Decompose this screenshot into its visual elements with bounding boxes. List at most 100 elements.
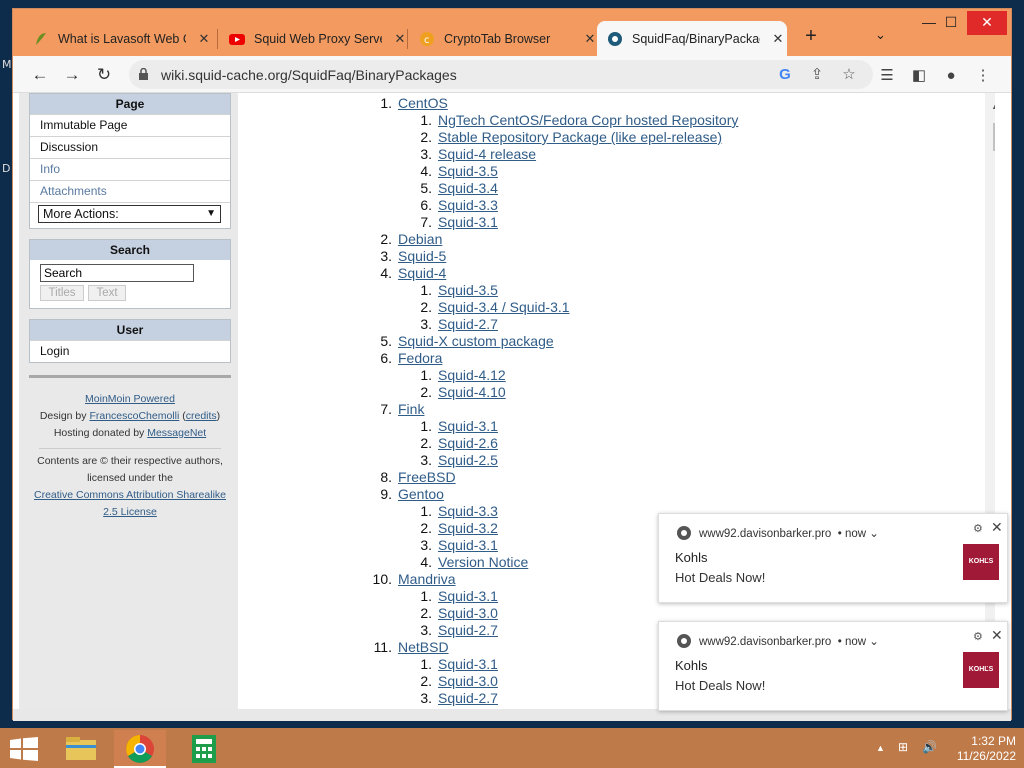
license-link[interactable]: Creative Commons Attribution Sharealike bbox=[34, 489, 226, 501]
package-link[interactable]: Squid-3.1 bbox=[438, 588, 498, 604]
list-item: 2. Debian bbox=[366, 231, 442, 248]
package-link[interactable]: Squid-2.7 bbox=[438, 316, 498, 332]
package-link[interactable]: Squid-3.3 bbox=[438, 197, 498, 213]
messagenet-link[interactable]: MessageNet bbox=[147, 427, 206, 439]
close-icon[interactable]: ✕ bbox=[991, 627, 1003, 644]
package-link[interactable]: NgTech CentOS/Fedora Copr hosted Reposit… bbox=[438, 112, 738, 128]
tray-up-icon[interactable]: ▲ bbox=[876, 743, 885, 753]
package-link[interactable]: Squid-3.1 bbox=[438, 656, 498, 672]
package-link[interactable]: Squid-3.0 bbox=[438, 673, 498, 689]
reading-list-icon[interactable]: ☰ bbox=[877, 66, 897, 86]
package-link[interactable]: Squid-3.1 bbox=[438, 537, 498, 553]
reload-button[interactable]: ↻ bbox=[91, 62, 117, 88]
close-icon[interactable]: ✕ bbox=[770, 31, 786, 47]
credits-close: ) bbox=[216, 410, 221, 422]
url-text[interactable]: wiki.squid-cache.org/SquidFaq/BinaryPack… bbox=[161, 67, 457, 83]
close-icon[interactable]: ✕ bbox=[582, 31, 598, 47]
tab-squid-youtube[interactable]: Squid Web Proxy Server ✕ bbox=[219, 21, 409, 56]
info-link[interactable]: Info bbox=[30, 158, 230, 180]
package-link[interactable]: Squid-X custom package bbox=[398, 333, 554, 349]
back-button[interactable]: ← bbox=[27, 62, 53, 88]
designer-link[interactable]: FrancescoChemolli bbox=[89, 410, 179, 422]
sub-list-item: 2. Squid-4.10 bbox=[406, 384, 506, 401]
notification-card[interactable]: www92.davisonbarker.pro • now ⌄ Kohls Ho… bbox=[658, 621, 1008, 711]
calculator-icon[interactable] bbox=[178, 730, 230, 768]
tab-search-button[interactable]: ⌄ bbox=[875, 27, 886, 43]
login-link[interactable]: Login bbox=[30, 340, 230, 362]
package-link[interactable]: Squid-3.0 bbox=[438, 605, 498, 621]
list-number: 2. bbox=[420, 673, 432, 689]
text-button[interactable]: Text bbox=[88, 285, 126, 301]
package-link[interactable]: NetBSD bbox=[398, 639, 449, 655]
side-panel-icon[interactable]: ◧ bbox=[909, 66, 929, 86]
search-input[interactable]: Search bbox=[40, 264, 194, 282]
moinmoin-link[interactable]: MoinMoin Powered bbox=[85, 393, 175, 405]
tab-lavasoft[interactable]: What is Lavasoft Web Co ✕ bbox=[23, 21, 213, 56]
package-link[interactable]: Squid-3.5 bbox=[438, 282, 498, 298]
package-link[interactable]: Squid-3.5 bbox=[438, 163, 498, 179]
cryptotab-icon: c bbox=[420, 31, 434, 46]
tab-separator bbox=[407, 29, 408, 49]
notification-card[interactable]: www92.davisonbarker.pro • now ⌄ Kohls Ho… bbox=[658, 513, 1008, 603]
package-link[interactable]: Squid-3.4 / Squid-3.1 bbox=[438, 299, 570, 315]
menu-icon[interactable]: ⋮ bbox=[973, 66, 993, 86]
network-icon[interactable]: ⊞ bbox=[898, 740, 908, 754]
profile-icon[interactable]: ● bbox=[941, 66, 961, 86]
package-link[interactable]: Squid-4.10 bbox=[438, 384, 506, 400]
license-link-2[interactable]: 2.5 License bbox=[103, 506, 157, 518]
package-link[interactable]: Squid-4 release bbox=[438, 146, 536, 162]
close-icon[interactable]: ✕ bbox=[392, 31, 408, 47]
package-link[interactable]: FreeBSD bbox=[398, 469, 456, 485]
panel-header: Search bbox=[30, 240, 230, 260]
package-link[interactable]: Squid-3.1 bbox=[438, 214, 498, 230]
credits-link[interactable]: credits bbox=[186, 410, 217, 422]
attachments-link[interactable]: Attachments bbox=[30, 180, 230, 202]
gear-icon[interactable]: ⚙ bbox=[973, 630, 983, 643]
address-bar[interactable]: wiki.squid-cache.org/SquidFaq/BinaryPack… bbox=[129, 60, 873, 89]
package-link[interactable]: Stable Repository Package (like epel-rel… bbox=[438, 129, 722, 145]
package-link[interactable]: Gentoo bbox=[398, 486, 444, 502]
package-link[interactable]: Debian bbox=[398, 231, 442, 247]
close-icon[interactable]: ✕ bbox=[991, 519, 1003, 536]
package-link[interactable]: Fink bbox=[398, 401, 424, 417]
package-link[interactable]: Squid-2.7 bbox=[438, 622, 498, 638]
package-link[interactable]: Squid-4.12 bbox=[438, 367, 506, 383]
chrome-taskbar-icon[interactable] bbox=[114, 730, 166, 768]
package-link[interactable]: Squid-5 bbox=[398, 248, 446, 264]
system-clock[interactable]: 1:32 PM 11/26/2022 bbox=[944, 734, 1016, 764]
hosting-prefix: Hosting donated by bbox=[53, 427, 148, 439]
more-actions-select[interactable]: More Actions: ▼ bbox=[38, 205, 221, 223]
package-link[interactable]: Squid-3.4 bbox=[438, 180, 498, 196]
package-link[interactable]: Squid-4 bbox=[398, 265, 446, 281]
package-link[interactable]: Fedora bbox=[398, 350, 442, 366]
package-link[interactable]: Squid-2.5 bbox=[438, 452, 498, 468]
package-link[interactable]: CentOS bbox=[398, 95, 448, 111]
package-list: 1. CentOS 1. NgTech CentOS/Fedora Copr host… bbox=[239, 93, 985, 709]
bookmark-star-icon[interactable]: ☆ bbox=[839, 65, 859, 85]
package-link[interactable]: Squid-3.2 bbox=[438, 520, 498, 536]
close-icon[interactable]: ✕ bbox=[196, 31, 212, 47]
gear-icon[interactable]: ⚙ bbox=[973, 522, 983, 535]
package-link[interactable]: Squid-2.7 bbox=[438, 690, 498, 706]
share-icon[interactable]: ⇪ bbox=[807, 65, 827, 85]
volume-icon[interactable]: 🔊 bbox=[922, 740, 937, 754]
package-link[interactable]: Squid-2.6 bbox=[438, 435, 498, 451]
scrollbar-track[interactable] bbox=[985, 93, 995, 709]
package-link[interactable]: Squid-3.1 bbox=[438, 418, 498, 434]
windows-start-icon[interactable] bbox=[10, 737, 38, 761]
discussion-link[interactable]: Discussion bbox=[30, 136, 230, 158]
forward-button[interactable]: → bbox=[59, 62, 85, 88]
tab-squidfaq[interactable]: SquidFaq/BinaryPackag ✕ bbox=[597, 21, 787, 56]
titles-button[interactable]: Titles bbox=[40, 285, 84, 301]
package-link[interactable]: Squid-3.3 bbox=[438, 503, 498, 519]
maximize-button[interactable]: ☐ bbox=[931, 11, 971, 35]
tab-cryptotab[interactable]: c CryptoTab Browser ✕ bbox=[409, 21, 599, 56]
new-tab-button[interactable]: + bbox=[799, 25, 823, 48]
google-icon[interactable]: G bbox=[775, 65, 795, 85]
package-link[interactable]: Mandriva bbox=[398, 571, 456, 587]
file-explorer-icon[interactable] bbox=[56, 730, 108, 768]
scroll-up-icon[interactable]: ▲ bbox=[991, 101, 995, 111]
package-link[interactable]: Version Notice bbox=[438, 554, 528, 570]
scrollbar-thumb[interactable] bbox=[993, 123, 995, 151]
close-window-button[interactable]: ✕ bbox=[967, 11, 1007, 35]
